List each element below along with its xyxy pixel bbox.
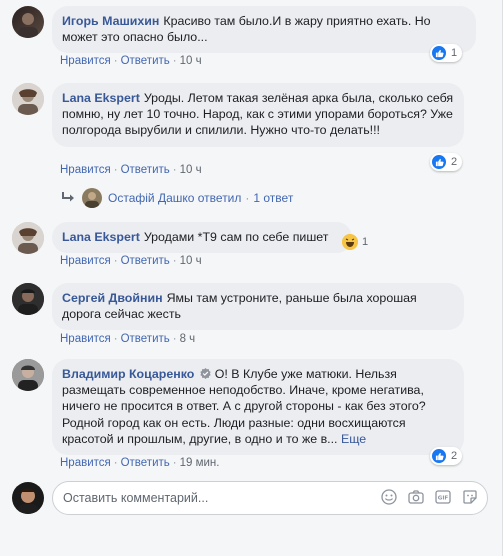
- avatar: [82, 188, 102, 208]
- timestamp[interactable]: 10 ч: [180, 164, 202, 176]
- like-icon: [431, 45, 447, 61]
- avatar[interactable]: [12, 359, 44, 391]
- comment-author[interactable]: Lana Ekspert: [62, 91, 140, 105]
- composer-tools: GIF: [381, 489, 478, 505]
- comment-bubble: Владимир Коцаренко О! В Клубе уже матюки…: [52, 359, 464, 456]
- reply-button[interactable]: Ответить: [121, 333, 170, 345]
- like-icon: [431, 154, 447, 170]
- like-button[interactable]: Нравится: [60, 255, 111, 267]
- avatar[interactable]: [12, 222, 44, 254]
- see-more-link[interactable]: Еще: [341, 432, 366, 446]
- reply-author-text[interactable]: Остафій Дашко ответил: [108, 191, 241, 205]
- like-icon: [431, 448, 447, 464]
- sticker-icon[interactable]: [462, 489, 478, 505]
- camera-icon[interactable]: [408, 489, 424, 505]
- timestamp[interactable]: 19 мин.: [180, 457, 220, 469]
- timestamp[interactable]: 10 ч: [180, 55, 202, 67]
- comment-bubble: Игорь Машихин Красиво там было.И в жару п…: [52, 6, 476, 54]
- comment-author[interactable]: Lana Ekspert: [62, 230, 140, 244]
- reply-arrow-icon: [62, 191, 74, 205]
- comment-actions: Нравится · Ответить · 19 мин.: [60, 457, 220, 469]
- comment-actions: Нравится · Ответить · 10 ч: [60, 55, 202, 67]
- timestamp[interactable]: 10 ч: [180, 255, 202, 267]
- timestamp[interactable]: 8 ч: [180, 333, 196, 345]
- avatar[interactable]: [12, 283, 44, 315]
- comment-composer: Оставить комментарий... GIF: [12, 480, 488, 516]
- reaction-count[interactable]: 2: [430, 153, 463, 171]
- comment-author[interactable]: Игорь Машихин: [62, 14, 159, 28]
- reply-button[interactable]: Ответить: [121, 164, 170, 176]
- avatar: [12, 482, 44, 514]
- comment-bubble: Lana Ekspert Уродами *Т9 сам по себе пише…: [52, 222, 352, 254]
- like-button[interactable]: Нравится: [60, 457, 111, 469]
- comments-panel: Игорь Машихин Красиво там было.И в жару п…: [0, 0, 503, 556]
- comment-author[interactable]: Сергей Двойнин: [62, 291, 163, 305]
- reaction-count[interactable]: 1: [430, 44, 463, 62]
- comment-author[interactable]: Владимир Коцаренко: [62, 367, 194, 381]
- comment-bubble: Lana Ekspert Уроды. Летом такая зелёная а…: [52, 83, 464, 147]
- comment-text: Уродами *Т9 сам по себе пишет: [143, 230, 329, 244]
- like-button[interactable]: Нравится: [60, 333, 111, 345]
- reply-button[interactable]: Ответить: [121, 55, 170, 67]
- svg-text:GIF: GIF: [438, 496, 449, 502]
- avatar[interactable]: [12, 6, 44, 38]
- gif-icon[interactable]: GIF: [435, 489, 451, 505]
- comment-actions: Нравится · Ответить · 8 ч: [60, 333, 196, 345]
- reaction-count[interactable]: 1: [342, 233, 368, 251]
- comment-bubble: Сергей Двойнин Ямы там устроните, раньше …: [52, 283, 464, 331]
- reply-count[interactable]: 1 ответ: [253, 191, 293, 205]
- reply-button[interactable]: Ответить: [121, 457, 170, 469]
- emoji-icon[interactable]: [381, 489, 397, 505]
- comment-actions: Нравится · Ответить · 10 ч: [60, 255, 202, 267]
- reply-button[interactable]: Ответить: [121, 255, 170, 267]
- verified-badge-icon: [200, 368, 211, 379]
- haha-icon: [342, 234, 358, 250]
- avatar[interactable]: [12, 83, 44, 115]
- comment-input-placeholder: Оставить комментарий...: [63, 491, 209, 505]
- view-replies[interactable]: Остафій Дашко ответил · 1 ответ: [62, 188, 293, 208]
- like-button[interactable]: Нравится: [60, 55, 111, 67]
- comment-actions: Нравится · Ответить · 10 ч: [60, 164, 202, 176]
- reaction-count[interactable]: 2: [430, 447, 463, 465]
- like-button[interactable]: Нравится: [60, 164, 111, 176]
